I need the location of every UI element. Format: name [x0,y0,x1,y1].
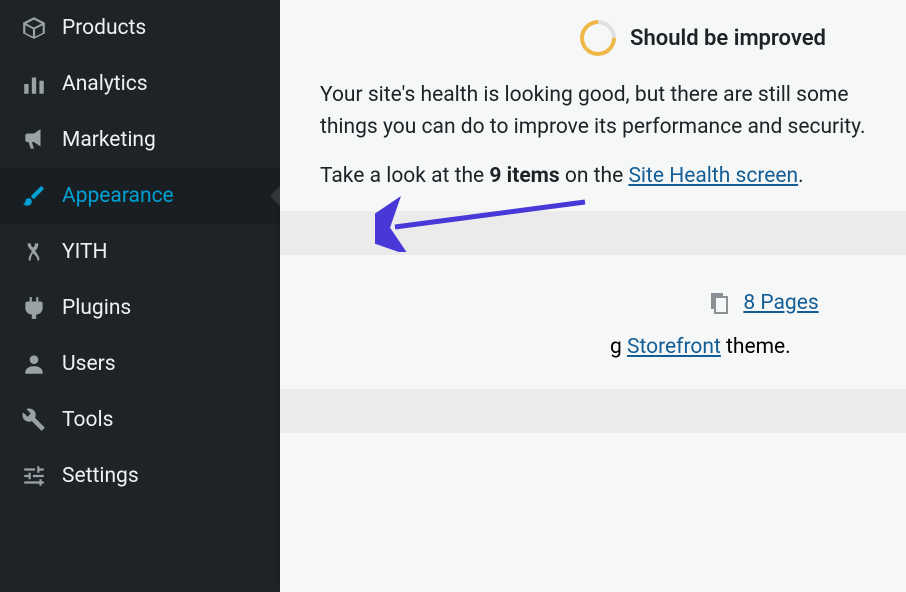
sidebar-item-label: Tools [62,408,260,432]
health-items-line: Take a look at the 9 items on the Site H… [320,161,866,193]
sidebar-item-label: Marketing [62,128,260,152]
wrench-icon [20,406,48,434]
sidebar-item-analytics[interactable]: Analytics [0,56,280,112]
theme-info: g Storefront theme. [610,335,866,359]
sidebar-item-label: Settings [62,464,260,488]
sidebar-item-tools[interactable]: Tools [0,392,280,448]
bar-chart-icon [20,70,48,98]
sidebar-item-marketing[interactable]: Marketing [0,112,280,168]
sliders-icon [20,462,48,490]
text: theme. [721,335,791,359]
pages-icon [707,291,731,315]
items-count: 9 items [489,164,559,188]
megaphone-icon [20,126,48,154]
divider [280,389,906,433]
pages-count-link[interactable]: 8 Pages [743,291,818,315]
text: . [798,164,804,188]
text: Take a look at the [320,164,489,188]
yith-icon [20,238,48,266]
sidebar-item-label: Products [62,16,260,40]
sidebar-item-label: YITH [62,240,260,264]
site-health-link[interactable]: Site Health screen [628,164,798,188]
sidebar-item-label: Appearance [62,184,260,208]
plug-icon [20,294,48,322]
box-icon [20,14,48,42]
pages-stat: 8 Pages [660,271,866,335]
sidebar-item-plugins[interactable]: Plugins [0,280,280,336]
sidebar-item-label: Analytics [62,72,260,96]
main-content: Should be improved Your site's health is… [280,0,906,592]
text: g [610,335,627,359]
brush-icon [20,182,48,210]
user-icon [20,350,48,378]
theme-name-link[interactable]: Storefront [627,335,721,359]
sidebar-item-settings[interactable]: Settings [0,448,280,504]
sidebar-item-appearance[interactable]: Appearance [0,168,280,224]
health-progress-circle-icon [573,13,624,64]
health-description: Your site's health is looking good, but … [320,80,866,143]
sidebar-item-label: Users [62,352,260,376]
sidebar-item-users[interactable]: Users [0,336,280,392]
health-status-text: Should be improved [630,26,826,51]
sidebar-item-products[interactable]: Products [0,0,280,56]
sidebar-item-label: Plugins [62,296,260,320]
admin-sidebar: Products Analytics Marketing Appearance … [0,0,280,592]
sidebar-item-yith[interactable]: YITH [0,224,280,280]
site-health-widget: Should be improved [540,20,866,56]
text: on the [560,164,629,188]
divider [280,211,906,255]
